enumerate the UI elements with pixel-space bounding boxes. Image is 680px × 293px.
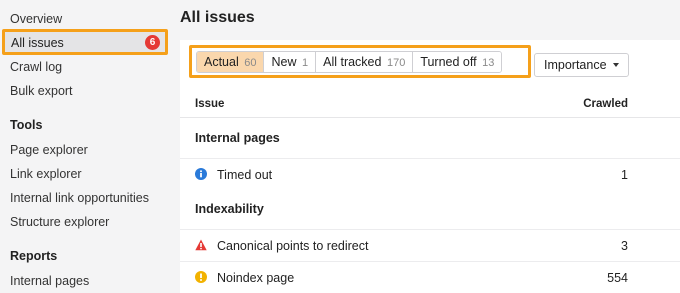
sidebar: Overview All issues 6 Crawl log Bulk exp…	[0, 0, 172, 293]
column-header-issue[interactable]: Issue	[195, 98, 224, 110]
issue-name[interactable]: Canonical points to redirect	[217, 239, 368, 253]
issue-name[interactable]: Timed out	[217, 168, 272, 182]
sidebar-heading-reports: Reports	[10, 249, 58, 263]
group-heading-internal-pages: Internal pages	[195, 131, 280, 145]
tab-new[interactable]: New 1	[264, 52, 317, 72]
column-header-crawled[interactable]: Crawled	[583, 98, 628, 110]
tab-actual[interactable]: Actual 60	[197, 52, 265, 72]
sidebar-item-page-explorer[interactable]: Page explorer	[10, 142, 88, 158]
caret-down-icon	[612, 62, 619, 67]
tab-all-tracked[interactable]: All tracked 170	[316, 52, 414, 72]
error-icon	[195, 239, 207, 251]
sidebar-item-link-explorer[interactable]: Link explorer	[10, 166, 82, 182]
sidebar-item-internal-pages[interactable]: Internal pages	[10, 273, 89, 289]
sidebar-item-structure-explorer[interactable]: Structure explorer	[10, 214, 109, 230]
tab-count: 1	[301, 57, 309, 69]
warning-icon	[195, 271, 207, 283]
tab-count: 170	[386, 57, 406, 69]
tab-label: All tracked	[323, 55, 382, 69]
crawled-count[interactable]: 3	[621, 239, 628, 253]
tab-label: Actual	[204, 55, 239, 69]
table-row[interactable]: Canonical points to redirect 3	[180, 229, 680, 261]
tab-turned-off[interactable]: Turned off 13	[413, 52, 502, 72]
sidebar-item-overview[interactable]: Overview	[10, 11, 62, 27]
issues-panel: Actual 60 New 1 All tracked 170 Turned o…	[180, 40, 680, 293]
info-icon	[195, 168, 207, 180]
table-header: Issue Crawled	[180, 92, 680, 118]
sidebar-item-bulk-export[interactable]: Bulk export	[10, 83, 73, 99]
tab-label: Turned off	[420, 55, 477, 69]
importance-dropdown[interactable]: Importance	[534, 53, 629, 77]
sidebar-heading-tools: Tools	[10, 118, 43, 132]
table-row[interactable]: Timed out 1	[180, 158, 680, 190]
issue-name[interactable]: Noindex page	[217, 271, 294, 285]
crawled-count[interactable]: 554	[607, 271, 628, 285]
main-content: All issues Actual 60 New 1 All tracked 1…	[180, 0, 680, 293]
issue-count-badge: 6	[145, 35, 160, 50]
table-row[interactable]: Noindex page 554	[180, 261, 680, 293]
group-heading-indexability: Indexability	[195, 202, 264, 216]
importance-label: Importance	[544, 58, 607, 72]
page-title: All issues	[180, 9, 255, 26]
tab-count: 13	[482, 57, 495, 69]
crawled-count[interactable]: 1	[621, 168, 628, 182]
sidebar-item-crawl-log[interactable]: Crawl log	[10, 59, 62, 75]
tab-label: New	[271, 55, 297, 69]
filter-tabs: Actual 60 New 1 All tracked 170 Turned o…	[196, 51, 503, 73]
sidebar-item-all-issues[interactable]: All issues 6	[2, 29, 168, 55]
sidebar-item-label: All issues	[11, 36, 64, 50]
sidebar-item-internal-link-opportunities[interactable]: Internal link opportunities	[10, 190, 149, 206]
filter-tabs-highlight: Actual 60 New 1 All tracked 170 Turned o…	[189, 45, 531, 78]
tab-count: 60	[244, 57, 257, 69]
